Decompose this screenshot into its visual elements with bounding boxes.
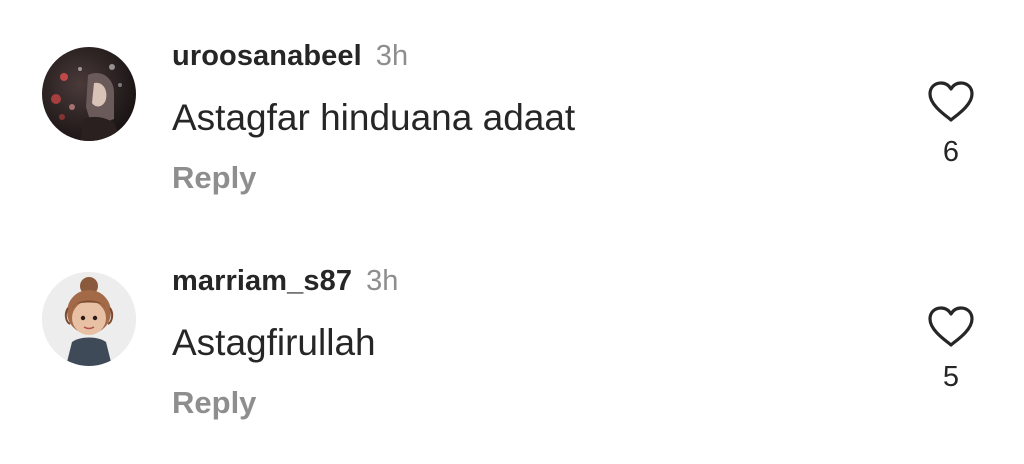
reply-button[interactable]: Reply [172,160,256,196]
comment-header: uroosanabeel 3h [172,40,408,73]
like-button[interactable] [926,305,976,349]
like-count: 6 [942,136,960,168]
avatar[interactable] [42,47,136,141]
like-count: 5 [942,361,960,393]
username-link[interactable]: marriam_s87 [172,265,352,297]
comment-time: 3h [375,40,409,72]
reply-button[interactable]: Reply [172,385,256,421]
comment-text: Astagfar hinduana adaat [172,97,576,138]
comment-header: marriam_s87 3h [172,265,399,298]
comment-item: uroosanabeel 3h Astagfar hinduana adaat R… [0,0,1024,200]
comment-item: marriam_s87 3h Astagfirullah Reply 5 [0,225,1024,425]
like-button[interactable] [926,80,976,124]
profile-photo-icon [42,47,136,141]
avatar[interactable] [42,272,136,366]
heart-outline-icon [928,81,974,122]
comment-text: Astagfirullah [172,322,376,363]
username-link[interactable]: uroosanabeel [172,40,362,72]
heart-outline-icon [928,306,974,347]
profile-photo-icon [42,272,136,366]
comment-time: 3h [366,265,399,297]
